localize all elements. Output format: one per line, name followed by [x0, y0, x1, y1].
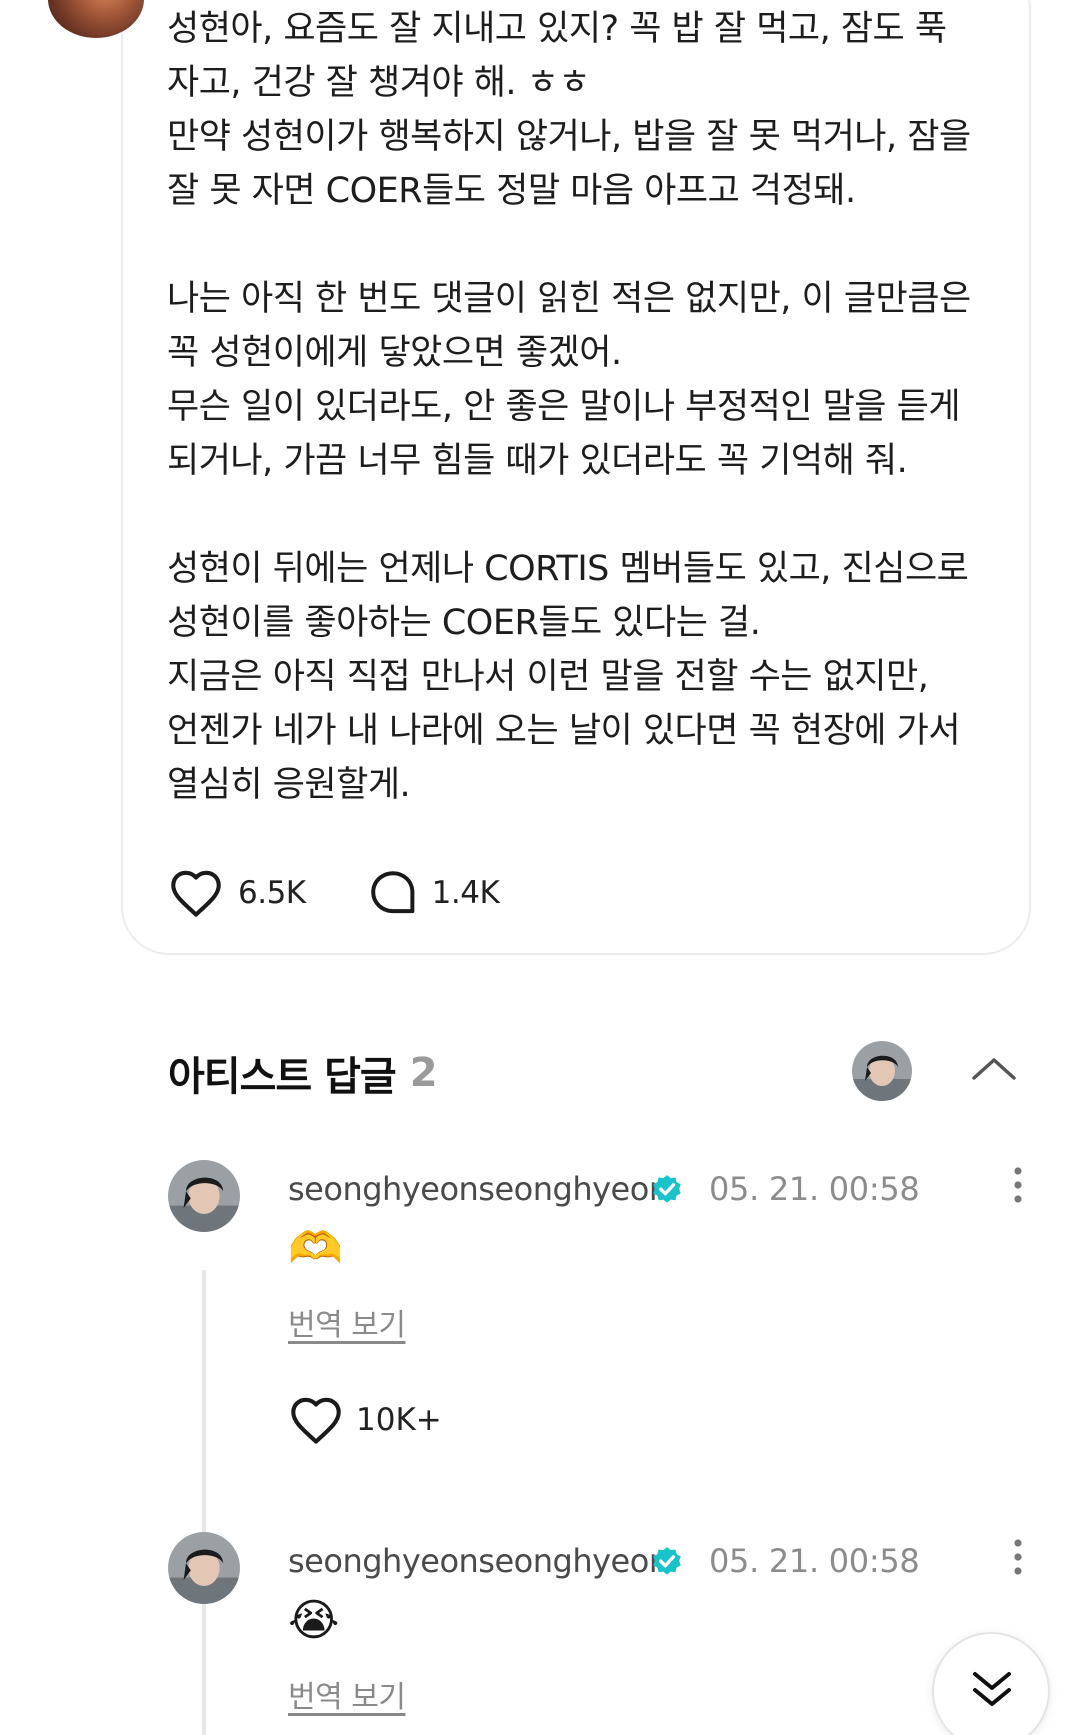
reply-emoji: 😭: [288, 1595, 340, 1646]
post-line: 지금은 아직 직접 만나서 이런 말을 전할 수는 없지만,: [167, 657, 929, 697]
post-line: 언젠가 네가 내 나라에 오는 날이 있다면 꼭 현장에 가서: [167, 711, 961, 751]
post-line: 꼭 성현이에게 닿았으면 좋겠어.: [167, 333, 622, 373]
translate-link[interactable]: 번역 보기: [288, 1672, 406, 1716]
comment-button[interactable]: 1.4K: [368, 868, 500, 918]
artist-replies-header: 아티스트 답글 2: [168, 1043, 438, 1103]
reply-avatar[interactable]: [168, 1160, 240, 1232]
reply-emoji: 🫶: [288, 1223, 343, 1274]
reply-like-count: 10K+: [356, 1402, 442, 1438]
artist-replies-title: 아티스트 답글: [168, 1054, 397, 1100]
more-vertical-icon[interactable]: [1006, 1165, 1030, 1205]
post-line: 열심히 응원할게.: [167, 765, 411, 805]
thread-line: [202, 1642, 206, 1735]
post-line: 무슨 일이 있더라도, 안 좋은 말이나 부정적인 말을 듣게: [167, 387, 961, 427]
translate-link[interactable]: 번역 보기: [288, 1300, 406, 1344]
reply-avatar[interactable]: [168, 1532, 240, 1604]
post-line: 잘 못 자면 COER들도 정말 마음 아프고 걱정돼.: [167, 171, 856, 211]
reply-like-button[interactable]: 10K+: [288, 1395, 442, 1445]
more-vertical-icon[interactable]: [1006, 1537, 1030, 1577]
post-line: 만약 성현이가 행복하지 않거나, 밥을 잘 못 먹거나, 잠을: [167, 117, 971, 157]
post-actions: 6.5K 1.4K: [168, 863, 561, 923]
post-line: 성현아, 요즘도 잘 지내고 있지? 꼭 밥 잘 먹고, 잠도 푹: [167, 9, 947, 49]
artist-avatar[interactable]: [852, 1041, 912, 1101]
reply-username[interactable]: seonghyeonseonghyeon: [288, 1170, 669, 1208]
post-line: 성현이 뒤에는 언제나 CORTIS 멤버들도 있고, 진심으로: [167, 549, 969, 589]
post-line: 자고, 건강 잘 챙겨야 해. ㅎㅎ: [167, 63, 591, 103]
reply-username[interactable]: seonghyeonseonghyeon: [288, 1542, 669, 1580]
reply-timestamp: 05. 21. 00:58: [709, 1170, 920, 1208]
post-line: 나는 아직 한 번도 댓글이 읽힌 적은 없지만, 이 글만큼은: [167, 279, 971, 319]
double-chevron-down-icon: [973, 1672, 1011, 1706]
scroll-down-button[interactable]: [932, 1632, 1050, 1735]
artist-replies-count: 2: [409, 1050, 438, 1096]
reply-timestamp: 05. 21. 00:58: [709, 1542, 920, 1580]
speech-bubble-icon: [370, 871, 414, 914]
post-line: 성현이를 좋아하는 COER들도 있다는 걸.: [167, 603, 761, 643]
verified-badge-icon: [653, 1175, 681, 1203]
comment-count: 1.4K: [431, 875, 500, 911]
chevron-up-icon[interactable]: [968, 1048, 1020, 1088]
post-line: 되거나, 가끔 너무 힘들 때가 있더라도 꼭 기억해 줘.: [167, 441, 908, 481]
like-button[interactable]: 6.5K: [168, 868, 306, 918]
like-count: 6.5K: [238, 875, 306, 911]
post-body: 성현아, 요즘도 잘 지내고 있지? 꼭 밥 잘 먹고, 잠도 푹 자고, 건강…: [167, 2, 987, 812]
heart-outline-icon: [171, 870, 221, 917]
verified-badge-icon: [653, 1547, 681, 1575]
heart-outline-icon: [291, 1397, 341, 1444]
